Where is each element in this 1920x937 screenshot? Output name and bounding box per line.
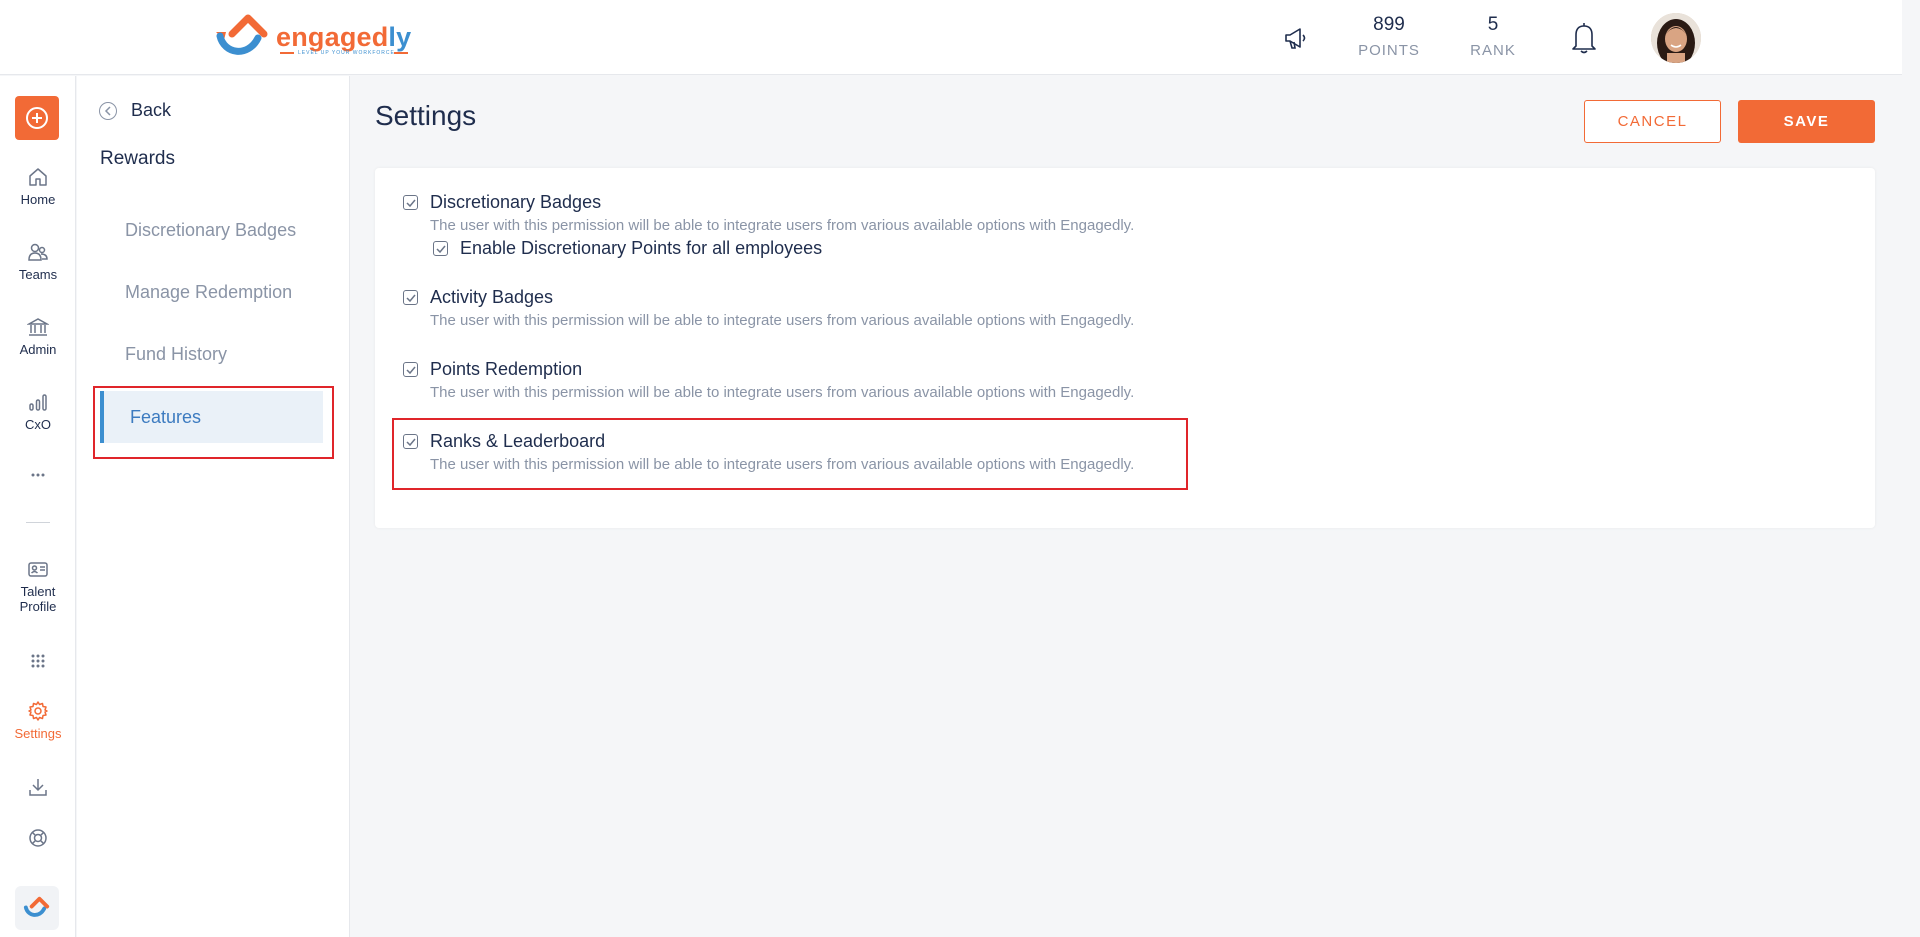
logo-word-main: engaged: [276, 21, 389, 52]
points-label: POINTS: [1358, 42, 1420, 59]
plus-circle-icon: [26, 107, 48, 129]
page-title: Settings: [375, 100, 477, 131]
home-icon: [29, 168, 47, 186]
checkbox-points-redemption[interactable]: [403, 362, 418, 377]
nav-home-label: Home: [20, 192, 56, 207]
permission-title: Activity Badges: [430, 287, 554, 307]
permission-description: The user with this permission will be ab…: [430, 384, 1135, 401]
lifebuoy-icon: [29, 829, 47, 847]
megaphone-icon[interactable]: [1282, 24, 1310, 52]
checkbox-ranks-leaderboard[interactable]: [403, 434, 418, 449]
permission-title: Discretionary Badges: [430, 192, 602, 212]
subnav-item-fund-history[interactable]: Fund History: [125, 344, 227, 365]
apps-grid-icon: [31, 654, 45, 668]
subnav-item-features[interactable]: Features: [100, 391, 323, 443]
nav-teams-label: Teams: [18, 267, 58, 282]
nav-talent-label: Talent: [20, 584, 56, 599]
rank-stat[interactable]: 5 RANK: [1448, 14, 1538, 59]
logo-divider-right: [394, 52, 408, 54]
logo-divider-left: [280, 52, 294, 54]
nav-divider: [26, 522, 50, 523]
teams-icon: [28, 243, 48, 261]
rewards-subnav: Back Rewards Discretionary Badges Manage…: [77, 76, 350, 937]
chart-icon: [29, 394, 47, 411]
id-card-icon: [28, 562, 48, 577]
subnav-title: Rewards: [100, 148, 175, 169]
check-icon: [435, 245, 446, 253]
nav-brand-logo[interactable]: [15, 886, 59, 930]
points-stat[interactable]: 899 POINTS: [1344, 14, 1434, 59]
permission-discretionary-badges: Discretionary Badges The user with this …: [403, 192, 1134, 259]
nav-talent-profile[interactable]: Talent Profile: [0, 558, 76, 614]
back-link[interactable]: Back: [99, 100, 171, 121]
admin-icon: [27, 318, 49, 336]
back-arrow-icon: [99, 101, 117, 120]
nav-download[interactable]: [0, 776, 76, 802]
rank-label: RANK: [1470, 42, 1516, 59]
gear-icon: [28, 701, 48, 721]
check-icon: [405, 366, 416, 374]
checkbox-activity-badges[interactable]: [403, 290, 418, 305]
logo-tagline: LEVEL UP YOUR WORKFORCE: [298, 50, 395, 56]
sub-permission-title: Enable Discretionary Points for all empl…: [460, 238, 823, 258]
permission-description: The user with this permission will be ab…: [430, 312, 1135, 329]
rank-value: 5: [1487, 14, 1499, 35]
brand-mark-icon: [23, 896, 50, 917]
more-dots-icon: [31, 473, 45, 477]
logo-word-accent: ly: [388, 21, 412, 52]
checkbox-discretionary-badges[interactable]: [403, 195, 418, 210]
permissions-card: Discretionary Badges The user with this …: [375, 168, 1875, 528]
permission-activity-badges: Activity Badges The user with this permi…: [403, 287, 1134, 329]
nav-apps[interactable]: [0, 650, 76, 676]
permission-points-redemption: Points Redemption The user with this per…: [403, 359, 1134, 401]
nav-admin[interactable]: Admin: [0, 316, 76, 357]
subnav-item-discretionary-badges[interactable]: Discretionary Badges: [125, 220, 296, 241]
nav-settings[interactable]: Settings: [0, 700, 76, 741]
cancel-button[interactable]: CANCEL: [1584, 100, 1721, 143]
nav-teams[interactable]: Teams: [0, 241, 76, 282]
check-icon: [405, 294, 416, 302]
nav-cxo[interactable]: CxO: [0, 391, 76, 432]
nav-home[interactable]: Home: [0, 166, 76, 207]
avatar-image: [1651, 13, 1701, 63]
nav-admin-label: Admin: [19, 342, 57, 357]
top-bar: engagedly LEVEL UP YOUR WORKFORCE 899 PO…: [0, 0, 1902, 75]
nav-profile-label: Profile: [19, 599, 57, 614]
nav-settings-label: Settings: [14, 726, 62, 741]
nav-help[interactable]: [0, 827, 76, 853]
checkbox-discretionary-points[interactable]: [433, 241, 448, 256]
save-button[interactable]: SAVE: [1738, 100, 1875, 143]
create-button[interactable]: [15, 96, 59, 140]
back-label: Back: [131, 100, 172, 120]
nav-more[interactable]: [0, 470, 76, 484]
sub-permission-discretionary-points: Enable Discretionary Points for all empl…: [433, 238, 1134, 259]
logo-wordmark: engagedly: [276, 21, 412, 52]
check-icon: [405, 199, 416, 207]
permission-ranks-leaderboard: Ranks & Leaderboard The user with this p…: [403, 431, 1134, 473]
nav-cxo-label: CxO: [25, 417, 51, 432]
permission-description: The user with this permission will be ab…: [430, 456, 1135, 473]
engagedly-logo[interactable]: engagedly LEVEL UP YOUR WORKFORCE: [210, 12, 411, 62]
points-value: 899: [1373, 14, 1405, 35]
subnav-item-features-label: Features: [130, 406, 202, 427]
download-icon: [29, 779, 47, 796]
permission-title: Points Redemption: [430, 359, 583, 379]
permission-title: Ranks & Leaderboard: [430, 431, 606, 451]
bell-icon[interactable]: [1568, 20, 1600, 56]
user-avatar[interactable]: [1651, 13, 1701, 63]
subnav-item-manage-redemption[interactable]: Manage Redemption: [125, 282, 292, 303]
logo-mark-icon: [216, 14, 268, 55]
permission-description: The user with this permission will be ab…: [430, 217, 1135, 234]
check-icon: [405, 438, 416, 446]
left-navigation: Home Teams Admin CxO Talent Profile Sett…: [0, 76, 76, 937]
